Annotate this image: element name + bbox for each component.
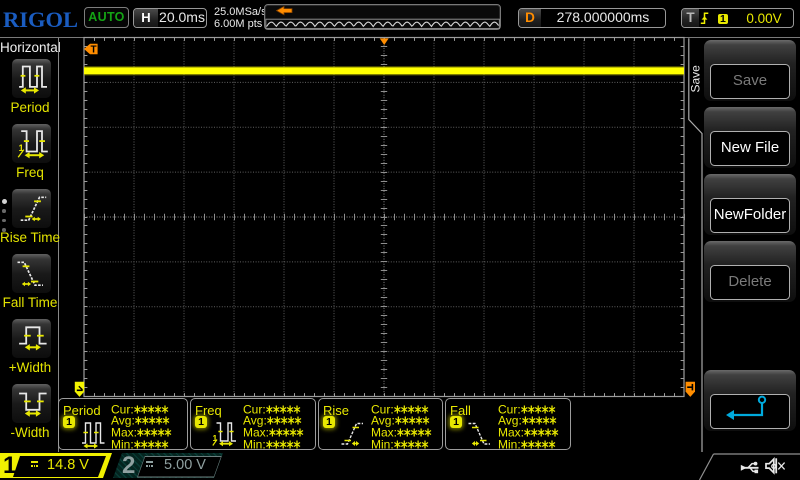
svg-text:Save: Save xyxy=(689,65,703,93)
svg-text:T: T xyxy=(91,45,97,56)
